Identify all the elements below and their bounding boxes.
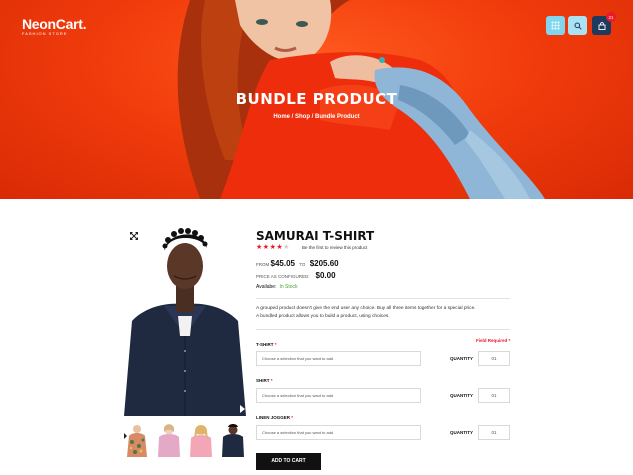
review-link[interactable]: Be the first to review this product: [302, 245, 367, 250]
description-line: A bundled product allows you to build a …: [256, 313, 390, 319]
hero-banner: NeonCart. FASHION STORE 21 BUNDLE PRODUC…: [0, 0, 633, 199]
configured-label: PRICE AS CONFIGURED:: [256, 274, 310, 279]
product-title: SAMURAI T-SHIRT: [256, 229, 375, 243]
option-label-text: T-SHIRT: [256, 342, 274, 347]
cart-count-badge: 21: [606, 12, 616, 22]
divider: [256, 298, 510, 299]
quantity-label: QUANTITY: [450, 356, 473, 361]
quantity-label: QUANTITY: [450, 393, 473, 398]
search-button[interactable]: [568, 16, 587, 35]
configured-value: $0.00: [315, 271, 336, 280]
option-label-text: LINEN JOGGER: [256, 415, 291, 420]
cart-icon: [598, 21, 605, 30]
divider: [256, 329, 510, 330]
product-description: A grouped product doesn't give the end u…: [256, 305, 512, 320]
price-to: $205.60: [309, 259, 339, 268]
brand-logo[interactable]: NeonCart.: [22, 16, 87, 32]
availability-label: Availabe:: [256, 284, 277, 290]
configured-price: PRICE AS CONFIGURED: $0.00: [256, 271, 336, 280]
rating-stars: ★★★★★: [256, 243, 290, 251]
availability: Availabe: In Stock: [256, 284, 298, 290]
shirt-quantity-input[interactable]: 01: [478, 388, 510, 403]
product-main-image[interactable]: [124, 226, 246, 416]
option-label-tshirt: T-SHIRT *: [256, 342, 277, 347]
breadcrumb[interactable]: Home / Shop / Bundle Product: [0, 114, 633, 120]
star-icon: ★: [256, 244, 263, 251]
thumbnail-2[interactable]: [156, 422, 182, 457]
description-line: A grouped product doesn't give the end u…: [256, 306, 476, 311]
tshirt-quantity-input[interactable]: 01: [478, 351, 510, 366]
availability-value: In Stock: [279, 284, 298, 290]
search-icon: [574, 22, 582, 30]
star-icon: ★: [283, 244, 290, 251]
quantity-label: QUANTITY: [450, 430, 473, 435]
required-mark: *: [291, 415, 294, 420]
option-label-linen-jogger: LINEN JOGGER *: [256, 415, 293, 420]
thumbnail-1[interactable]: [124, 422, 150, 457]
required-mark: *: [270, 378, 273, 383]
star-icon: ★: [262, 244, 270, 251]
thumbnail-4[interactable]: [220, 422, 246, 457]
required-mark: *: [274, 342, 277, 347]
page-title: BUNDLE PRODUCT: [235, 90, 398, 108]
tshirt-select[interactable]: Choose a selection that you want to add: [256, 351, 421, 366]
expand-icon[interactable]: [130, 232, 138, 240]
linen-jogger-select[interactable]: Choose a selection that you want to add: [256, 425, 421, 440]
product-model-photo: [124, 226, 246, 416]
brand-tagline: FASHION STORE: [22, 31, 68, 36]
grid-icon: [551, 21, 560, 30]
from-label: FROM: [256, 262, 270, 267]
grid-menu-button[interactable]: [546, 16, 565, 35]
field-required-note: Field Required *: [476, 338, 511, 343]
option-label-shirt: SHIRT *: [256, 378, 273, 383]
shirt-select[interactable]: Choose a selection that you want to add: [256, 388, 421, 403]
add-to-cart-button[interactable]: ADD TO CART: [256, 453, 321, 470]
price-from: $45.05: [270, 259, 295, 268]
linen-jogger-quantity-input[interactable]: 01: [478, 425, 510, 440]
price-range: FROM $45.05 TO $205.60: [256, 259, 339, 268]
to-label: TO: [299, 262, 306, 267]
chevron-right-icon[interactable]: [240, 405, 245, 413]
option-label-text: SHIRT: [256, 378, 270, 383]
thumbnail-3[interactable]: [188, 422, 214, 457]
